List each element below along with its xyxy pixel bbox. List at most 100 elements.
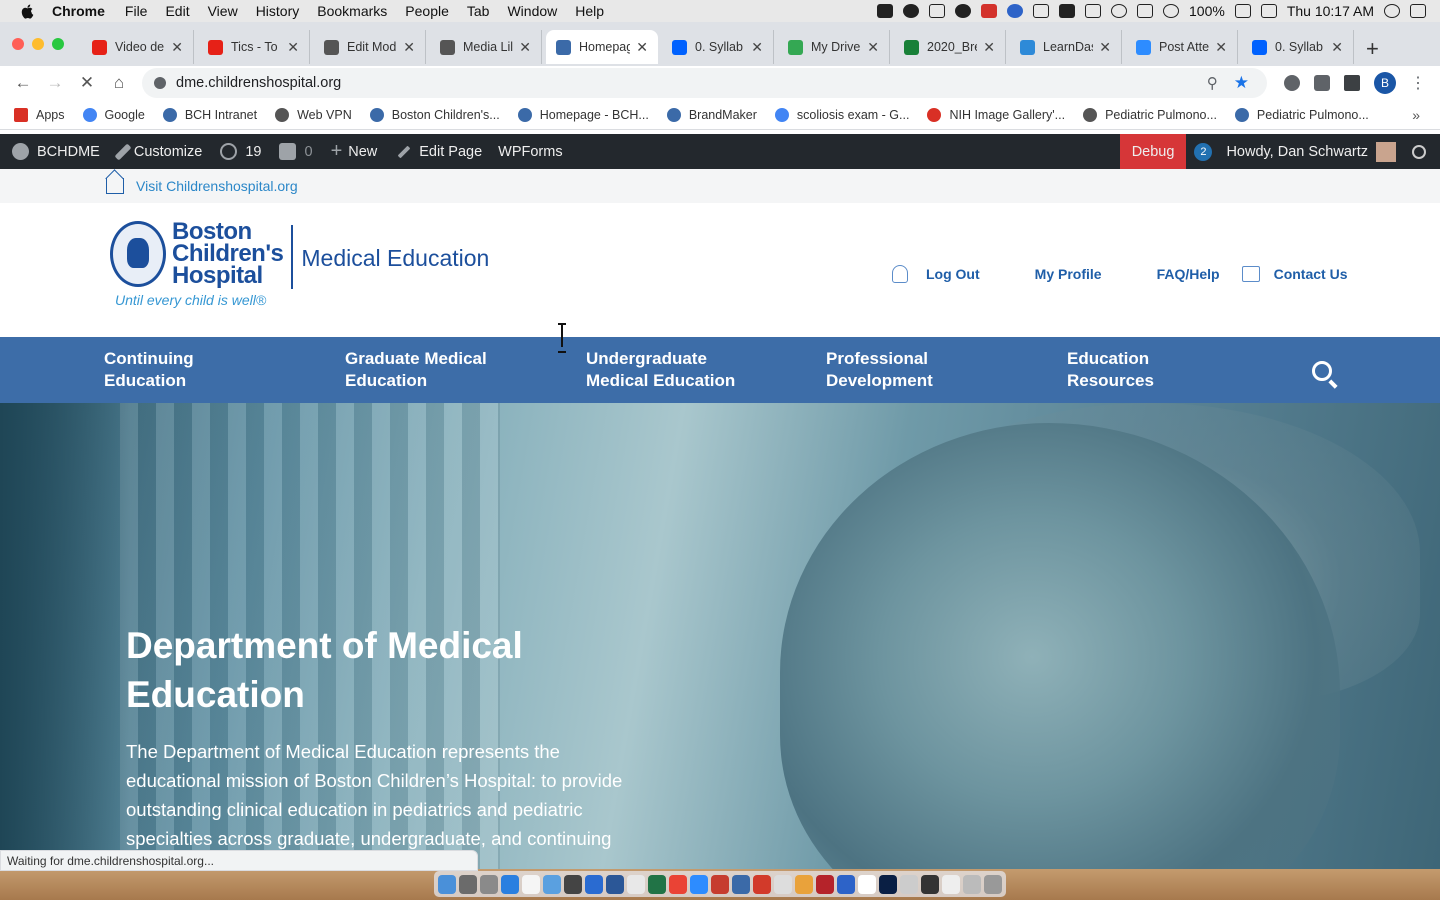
zoom-window-button[interactable] (52, 38, 64, 50)
home-outline-icon[interactable] (106, 178, 124, 194)
browser-tab[interactable]: 0. Syllab ✕ (1242, 30, 1354, 64)
visit-link[interactable]: Visit Childrenshospital.org (136, 178, 298, 194)
wp-forms[interactable]: WPForms (498, 144, 562, 160)
dock-app-icon[interactable] (606, 874, 624, 894)
dock-app-icon[interactable] (648, 874, 666, 894)
tab-close-icon[interactable]: ✕ (1099, 39, 1111, 56)
dock-app-icon[interactable] (501, 874, 519, 894)
dropbox-icon[interactable] (1059, 4, 1076, 18)
dock-app-icon[interactable] (774, 874, 792, 894)
browser-tab[interactable]: Post Atte ✕ (1126, 30, 1238, 64)
browser-menu-icon[interactable]: ⋮ (1410, 73, 1426, 93)
media-controls-icon[interactable] (1344, 75, 1360, 91)
profile-avatar[interactable]: B (1374, 72, 1396, 94)
home-button[interactable]: ⌂ (110, 74, 128, 92)
tab-close-icon[interactable]: ✕ (867, 39, 879, 56)
address-bar[interactable]: dme.childrenshospital.org ⚲ ★ (142, 68, 1267, 98)
dock-app-icon[interactable] (669, 874, 687, 894)
notification-badge[interactable]: 2 (1194, 142, 1213, 161)
nav-professional-development[interactable]: Professional Development (826, 348, 1026, 392)
menu-view[interactable]: View (208, 3, 238, 19)
menu-window[interactable]: Window (507, 3, 557, 19)
contact-link[interactable]: Contact Us (1241, 266, 1347, 282)
dock-app-icon[interactable] (690, 874, 708, 894)
browser-tab[interactable]: Tics - To ✕ (198, 30, 310, 64)
dock-app-icon[interactable] (711, 874, 729, 894)
browser-tab[interactable]: Edit Mod ✕ (314, 30, 426, 64)
zoom-status-icon[interactable] (877, 4, 894, 18)
tab-close-icon[interactable]: ✕ (636, 39, 648, 56)
back-button[interactable]: ← (14, 74, 32, 92)
dock-app-icon[interactable] (900, 874, 918, 894)
apple-icon[interactable] (20, 3, 36, 19)
bookmark-item[interactable]: BrandMaker (666, 107, 757, 122)
tab-close-icon[interactable]: ✕ (287, 39, 299, 56)
menu-help[interactable]: Help (575, 3, 604, 19)
browser-tab[interactable]: 2020_Bre ✕ (894, 30, 1006, 64)
dock-app-icon[interactable] (438, 874, 456, 894)
bookmark-item[interactable]: BCH Intranet (162, 107, 257, 122)
browser-tab[interactable]: 0. Syllab ✕ (662, 30, 774, 64)
tab-close-icon[interactable]: ✕ (519, 39, 531, 56)
faq-link[interactable]: FAQ/Help (1157, 266, 1220, 282)
dock-app-icon[interactable] (543, 874, 561, 894)
menu-history[interactable]: History (256, 3, 300, 19)
bookmark-item[interactable]: scoliosis exam - G... (774, 107, 909, 122)
debug-button[interactable]: Debug (1119, 134, 1187, 169)
bookmark-item[interactable]: Pediatric Pulmono... (1234, 107, 1369, 122)
wp-comments[interactable]: 0 (279, 143, 313, 160)
dock-app-icon[interactable] (753, 874, 771, 894)
wp-search-icon[interactable] (1412, 144, 1426, 159)
browser-tab[interactable]: Video de ✕ (82, 30, 194, 64)
dock-app-icon[interactable] (732, 874, 750, 894)
bookmark-item[interactable]: Web VPN (275, 107, 352, 122)
bookmark-item[interactable]: Apps (14, 107, 65, 122)
forward-button[interactable]: → (46, 74, 64, 92)
bookmark-item[interactable]: Pediatric Pulmono... (1083, 107, 1217, 122)
dock-app-icon[interactable] (858, 874, 876, 894)
tab-close-icon[interactable]: ✕ (1215, 39, 1227, 56)
wp-site-menu[interactable]: BCHDME (12, 143, 100, 160)
wp-new[interactable]: + New (331, 140, 378, 163)
dock-app-icon[interactable] (984, 874, 1002, 894)
dock-app-icon[interactable] (879, 874, 897, 894)
wp-updates[interactable]: 19 (220, 143, 261, 160)
tab-close-icon[interactable]: ✕ (983, 39, 995, 56)
dark-app-icon[interactable] (955, 4, 972, 18)
browser-tab[interactable]: My Drive ✕ (778, 30, 890, 64)
dock-app-icon[interactable] (522, 874, 540, 894)
address-url[interactable]: dme.childrenshospital.org (176, 75, 341, 91)
my-profile-link[interactable]: My Profile (1035, 266, 1102, 282)
puzzle-extensions-icon[interactable] (1314, 75, 1330, 91)
nav-undergraduate-medical-education[interactable]: Undergraduate Medical Education (586, 348, 786, 392)
menu-edit[interactable]: Edit (165, 3, 189, 19)
wifi-icon[interactable] (1163, 4, 1180, 18)
dock-app-icon[interactable] (816, 874, 834, 894)
howdy-user[interactable]: Howdy, Dan Schwartz (1226, 144, 1368, 160)
more-bookmarks-chevron-icon[interactable]: » (1412, 107, 1420, 123)
bluetooth-icon[interactable] (1137, 4, 1154, 18)
browser-tab[interactable]: Media Lil ✕ (430, 30, 542, 64)
battery-icon[interactable] (1234, 4, 1251, 18)
wp-customize[interactable]: Customize (114, 143, 202, 161)
time-machine-icon[interactable] (1111, 4, 1128, 18)
zoom-magnifier-icon[interactable]: ⚲ (1207, 74, 1218, 92)
airplay-icon[interactable] (1085, 4, 1102, 18)
site-search-icon[interactable] (1312, 361, 1332, 381)
bookmark-star-icon[interactable]: ★ (1234, 73, 1249, 93)
nav-graduate-medical-education[interactable]: Graduate Medical Education (345, 348, 545, 392)
creative-cloud-icon[interactable] (903, 4, 920, 18)
lock-icon[interactable] (154, 77, 166, 89)
dock-app-icon[interactable] (480, 874, 498, 894)
dock-app-icon[interactable] (564, 874, 582, 894)
close-window-button[interactable] (12, 38, 24, 50)
tab-close-icon[interactable]: ✕ (403, 39, 415, 56)
browser-tab[interactable]: Homepag ✕ (546, 30, 658, 64)
dock-app-icon[interactable] (921, 874, 939, 894)
menu-people[interactable]: People (405, 3, 449, 19)
dock-app-icon[interactable] (627, 874, 645, 894)
menu-tab[interactable]: Tab (467, 3, 490, 19)
dock-app-icon[interactable] (837, 874, 855, 894)
notification-center-icon[interactable] (1410, 4, 1426, 18)
s-app-icon[interactable] (981, 4, 998, 18)
